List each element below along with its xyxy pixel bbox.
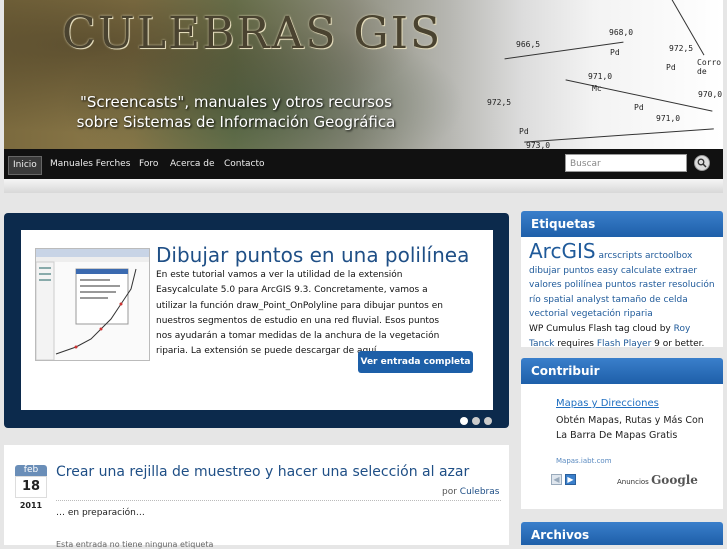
- search-button[interactable]: [694, 155, 710, 171]
- ad-text: Obtén Mapas, Rutas y Más Con La Barra De…: [556, 415, 704, 441]
- post-date-year: 2011: [19, 501, 43, 510]
- nav-item-acerca[interactable]: Acerca de: [166, 156, 219, 173]
- map-label: Corro de: [697, 58, 722, 76]
- ad-brand-logo: Google: [651, 473, 698, 487]
- map-label: 968,0: [609, 28, 634, 37]
- post-date-month: feb: [15, 465, 47, 476]
- post-body: … en preparación…: [56, 508, 145, 518]
- ad-credit[interactable]: Anuncios Google: [617, 473, 698, 487]
- widget-heading-archivos: Archivos: [521, 522, 723, 545]
- post-meta: por Culebras: [442, 487, 499, 497]
- flash-player-link[interactable]: Flash Player: [597, 339, 651, 349]
- post-divider: [56, 500, 501, 501]
- post-date-badge: feb 18 2011: [15, 465, 47, 510]
- screenshot-thumbnail-image: [36, 249, 149, 360]
- cumulus-requires-text: requires: [557, 338, 594, 349]
- featured-slide: Dibujar puntos en una polilínea En este …: [21, 230, 493, 410]
- nav-item-foro[interactable]: Foro: [135, 156, 162, 173]
- map-label: 970,0: [698, 90, 723, 99]
- map-label: Pd: [666, 63, 676, 72]
- main-nav: Inicio Manuales Ferches Foro Acerca de C…: [4, 149, 723, 179]
- slider-dot-3[interactable]: [484, 417, 492, 425]
- featured-slider: Dibujar puntos en una polilínea En este …: [4, 213, 509, 428]
- slider-dot-2[interactable]: [472, 417, 480, 425]
- map-label: 971,0: [588, 72, 613, 81]
- cumulus-credit-text: WP Cumulus Flash tag cloud by: [529, 323, 671, 334]
- post-title[interactable]: Crear una rejilla de muestreo y hacer un…: [56, 464, 469, 480]
- nav-item-manuales[interactable]: Manuales Ferches: [46, 156, 134, 173]
- cumulus-version-text: 9 or better.: [654, 338, 705, 349]
- site-tagline: "Screencasts", manuales y otros recursos…: [66, 92, 406, 132]
- map-label: 973,0: [526, 141, 551, 149]
- post-date-day: 18: [15, 476, 47, 498]
- slide-excerpt: En este tutorial vamos a ver la utilidad…: [156, 270, 443, 357]
- slider-pagination: [460, 415, 496, 428]
- slider-dot-1[interactable]: [460, 417, 468, 425]
- ad-label: Anuncios: [617, 478, 649, 486]
- site-header-banner[interactable]: CULEBRAS GIS "Screencasts", manuales y o…: [4, 0, 723, 149]
- map-line: [524, 128, 714, 143]
- ad-url[interactable]: Mapas.iabt.com: [556, 457, 612, 465]
- post-author-link[interactable]: Culebras: [460, 487, 500, 497]
- widget-heading-etiquetas: Etiquetas: [521, 211, 723, 237]
- post-entry: feb 18 2011 Crear una rejilla de muestre…: [4, 445, 509, 549]
- tag-arcgis[interactable]: ArcGIS: [529, 239, 596, 263]
- read-more-button[interactable]: Ver entrada completa: [358, 351, 473, 373]
- map-label: Pd: [634, 103, 644, 112]
- map-label: 966,5: [516, 40, 541, 49]
- nav-item-inicio[interactable]: Inicio: [8, 156, 42, 175]
- map-label: Pd: [610, 48, 620, 57]
- map-label: 971,0: [656, 114, 681, 123]
- ad-title-link[interactable]: Mapas y Direcciones: [556, 398, 659, 409]
- map-label: 972,5: [487, 98, 512, 107]
- post-meta-by: por: [442, 487, 457, 497]
- slide-title[interactable]: Dibujar puntos en una polilínea: [156, 243, 469, 267]
- ad-next-button[interactable]: ▶: [565, 474, 576, 485]
- tagline-line-1: "Screencasts", manuales y otros recursos: [80, 93, 392, 111]
- slide-thumbnail[interactable]: [35, 248, 150, 361]
- search-input[interactable]: Buscar: [565, 154, 687, 172]
- ad-widget: Mapas y Direcciones Obtén Mapas, Rutas y…: [521, 384, 723, 509]
- tag-cloud-widget: ArcGIS arcscripts arctoolbox dibujar pun…: [521, 237, 723, 349]
- map-label: 972,5: [669, 44, 694, 53]
- tag-cloud: ArcGIS arcscripts arctoolbox dibujar pun…: [521, 237, 723, 354]
- ad-prev-button[interactable]: ◀: [551, 474, 562, 485]
- site-title: CULEBRAS GIS: [62, 8, 443, 59]
- search-icon: [697, 158, 707, 168]
- nav-subbar: [4, 179, 723, 193]
- tagline-line-2: sobre Sistemas de Información Geográfica: [76, 113, 396, 131]
- widget-heading-contribuir: Contribuir: [521, 358, 723, 384]
- nav-item-contacto[interactable]: Contacto: [220, 156, 269, 173]
- map-label: Mc: [592, 84, 602, 93]
- map-label: Pd: [519, 127, 529, 136]
